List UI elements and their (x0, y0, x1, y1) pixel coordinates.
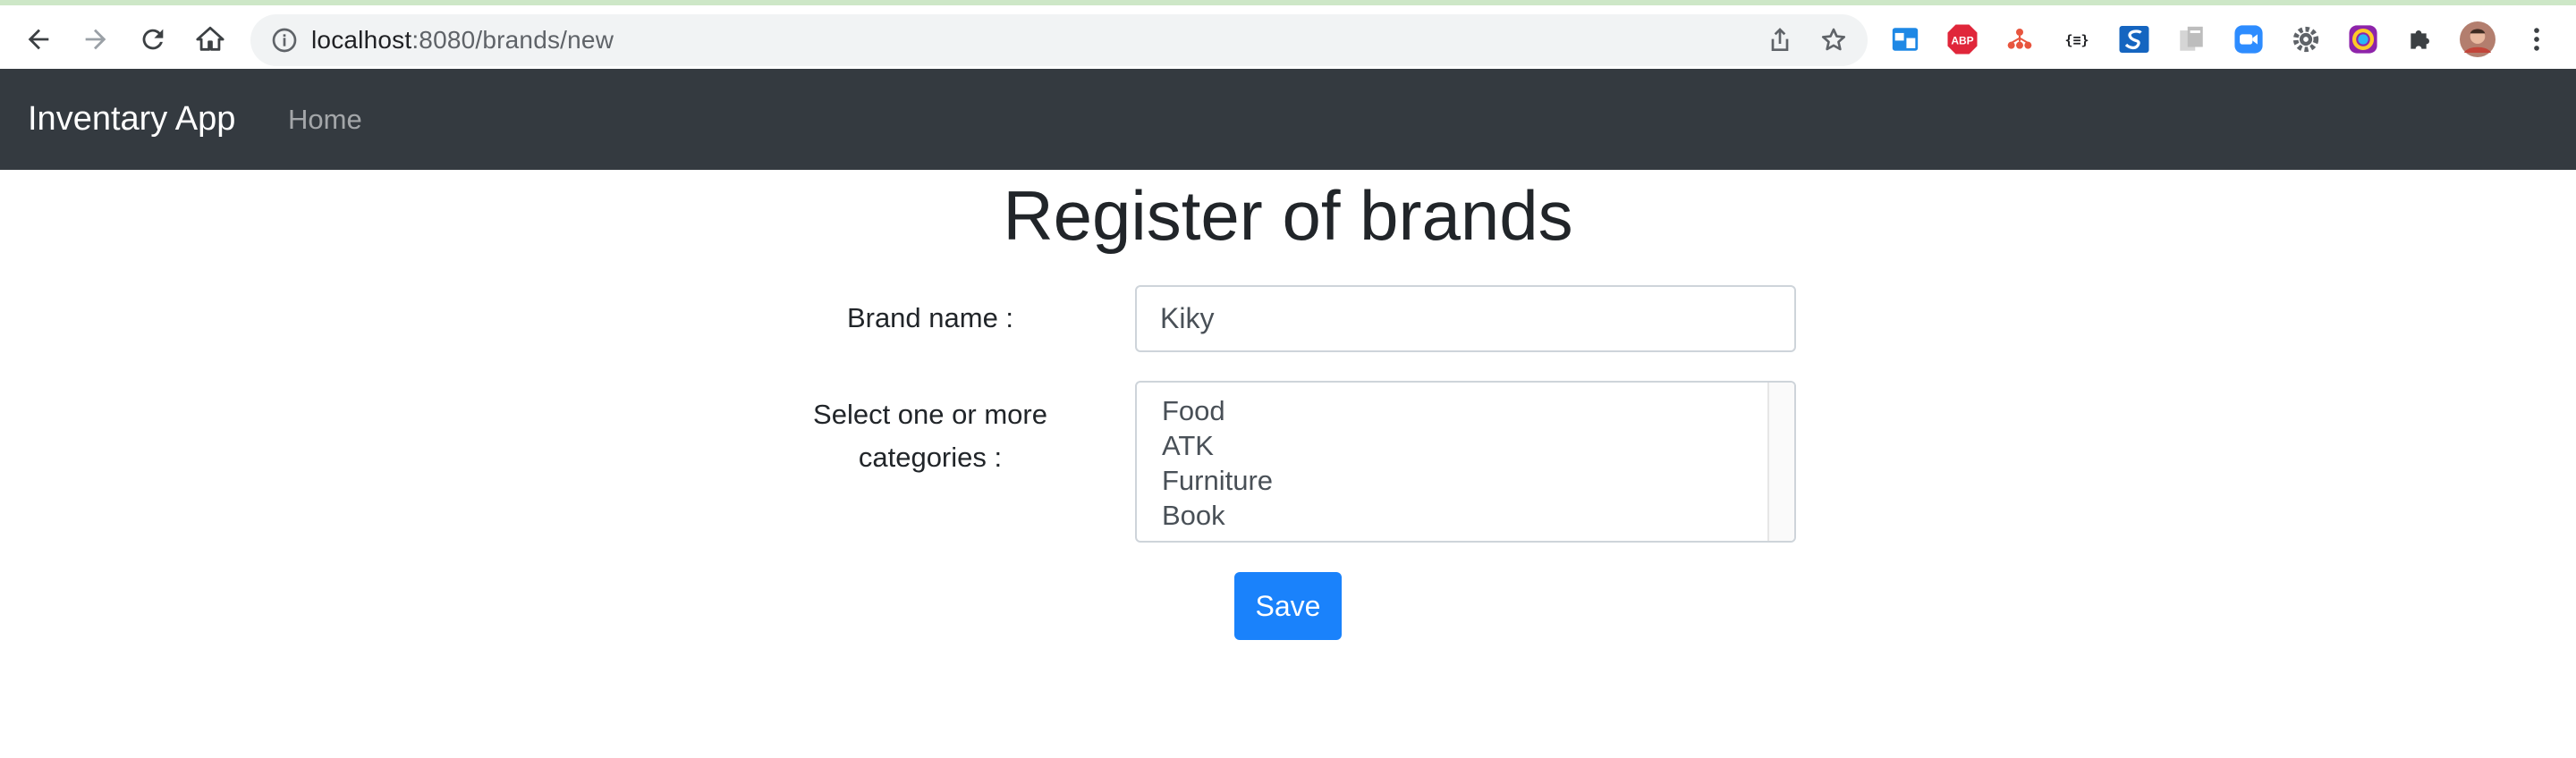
categories-label-line2: categories : (858, 442, 1003, 473)
categories-scrollbar[interactable] (1767, 383, 1794, 541)
browser-toolbar: localhost:8080/brands/new ABP {≡} (0, 0, 2576, 69)
home-button[interactable] (187, 16, 233, 63)
svg-text:ABP: ABP (1951, 34, 1973, 46)
url-text[interactable]: localhost:8080/brands/new (311, 14, 614, 66)
profile-avatar[interactable] (2460, 21, 2496, 57)
categories-select[interactable]: Food ATK Furniture Book (1135, 381, 1796, 543)
adblock-plus-icon[interactable]: ABP (1945, 21, 1980, 57)
reload-icon (142, 29, 164, 50)
category-option-atk[interactable]: ATK (1162, 429, 1214, 463)
nav-link-home[interactable]: Home (288, 69, 362, 170)
address-bar[interactable]: localhost:8080/brands/new (250, 14, 1868, 66)
bookmark-star-icon[interactable] (1819, 26, 1848, 55)
document-ext-icon[interactable] (2174, 21, 2209, 57)
categories-label-line1: Select one or more (813, 399, 1047, 430)
back-button[interactable] (15, 16, 62, 63)
home-icon (196, 26, 225, 51)
save-button[interactable]: Save (1234, 572, 1342, 640)
forward-arrow-icon (85, 29, 106, 50)
url-path: :8080/brands/new (411, 26, 614, 54)
info-icon[interactable] (270, 26, 299, 55)
brand-name-label: Brand name : (846, 302, 1014, 333)
navbar-brand[interactable]: Inventary App (28, 69, 235, 170)
color-picker-icon[interactable] (2345, 21, 2381, 57)
json-viewer-icon[interactable]: {≡} (2059, 21, 2095, 57)
window-ext-icon[interactable] (1887, 21, 1923, 57)
url-host: localhost (311, 26, 412, 54)
forward-button[interactable] (72, 16, 119, 63)
svg-text:{≡}: {≡} (2064, 32, 2089, 48)
category-option-book[interactable]: Book (1162, 499, 1225, 533)
share-icon[interactable] (1766, 26, 1794, 55)
zoom-icon[interactable] (2231, 21, 2267, 57)
page-title: Register of brands (1003, 176, 1573, 255)
puzzle-icon[interactable] (2402, 21, 2438, 57)
network-ext-icon[interactable] (2002, 21, 2038, 57)
s-ext-icon[interactable] (2116, 21, 2152, 57)
reload-button[interactable] (130, 16, 176, 63)
gear-ext-icon[interactable] (2288, 21, 2324, 57)
brand-name-input[interactable] (1135, 285, 1796, 352)
back-arrow-icon (28, 29, 49, 50)
category-option-food[interactable]: Food (1162, 394, 1225, 428)
category-option-furniture[interactable]: Furniture (1162, 464, 1273, 498)
kebab-menu-icon[interactable] (2519, 21, 2555, 57)
categories-label: Select one or more categories : (778, 393, 1082, 479)
app-navbar: Inventary App Home (0, 69, 2576, 170)
